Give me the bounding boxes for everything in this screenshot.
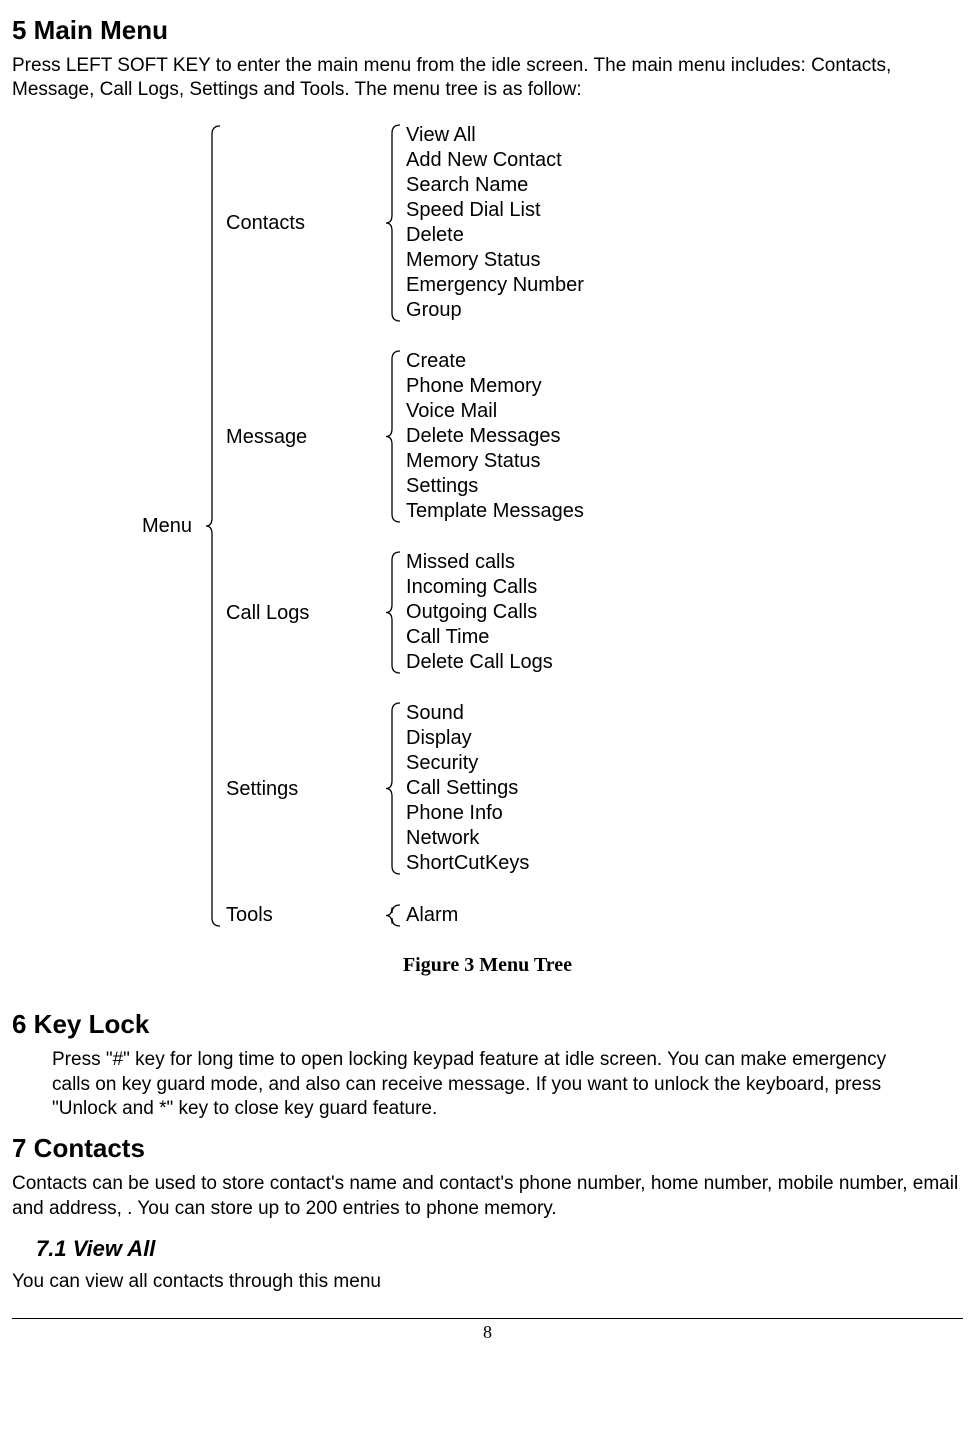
menu-subitem: Memory Status — [406, 449, 584, 474]
brace-icon — [386, 550, 400, 675]
menu-group: Contacts View AllAdd New ContactSearch N… — [226, 123, 584, 323]
menu-group: Call Logs Missed callsIncoming CallsOutg… — [226, 550, 584, 675]
menu-root-label: Menu — [142, 513, 206, 539]
menu-group: Settings SoundDisplaySecurityCall Settin… — [226, 701, 584, 876]
brace-icon — [386, 349, 400, 524]
menu-subitems: View AllAdd New ContactSearch NameSpeed … — [406, 123, 584, 323]
menu-subitem: Phone Memory — [406, 374, 584, 399]
menu-subitem: Delete Call Logs — [406, 650, 553, 675]
heading-view-all: 7.1 View All — [36, 1235, 963, 1264]
menu-group-label: Tools — [226, 902, 386, 928]
brace-icon — [386, 701, 400, 876]
menu-subitem: Speed Dial List — [406, 198, 584, 223]
menu-subitem: Alarm — [406, 903, 458, 928]
brace-icon — [386, 903, 400, 928]
paragraph-contacts: Contacts can be used to store contact's … — [12, 1172, 963, 1221]
menu-subitem: Outgoing Calls — [406, 600, 553, 625]
menu-subitem: Display — [406, 726, 529, 751]
menu-subitem: Incoming Calls — [406, 575, 553, 600]
menu-group-label: Message — [226, 424, 386, 450]
page-number: 8 — [12, 1319, 963, 1344]
menu-subitem: View All — [406, 123, 584, 148]
menu-group: Tools Alarm — [226, 902, 584, 928]
menu-tree: Menu Contacts View AllAdd New ContactSea… — [142, 123, 963, 928]
menu-subitem: Create — [406, 349, 584, 374]
brace-icon — [386, 123, 400, 323]
heading-contacts: 7 Contacts — [12, 1132, 963, 1166]
heading-main-menu: 5 Main Menu — [12, 14, 963, 48]
menu-subitem: Call Time — [406, 625, 553, 650]
menu-subitem: Phone Info — [406, 801, 529, 826]
menu-subitems: SoundDisplaySecurityCall SettingsPhone I… — [406, 701, 529, 876]
menu-subitem: Network — [406, 826, 529, 851]
paragraph-view-all: You can view all contacts through this m… — [12, 1270, 963, 1295]
menu-group-label: Settings — [226, 776, 386, 802]
menu-group-label: Contacts — [226, 210, 386, 236]
menu-subitem: Missed calls — [406, 550, 553, 575]
paragraph-main-menu: Press LEFT SOFT KEY to enter the main me… — [12, 54, 963, 103]
menu-subitem: Add New Contact — [406, 148, 584, 173]
menu-subitem: Template Messages — [406, 499, 584, 524]
menu-subitem: Delete Messages — [406, 424, 584, 449]
menu-subitem: Memory Status — [406, 248, 584, 273]
heading-key-lock: 6 Key Lock — [12, 1008, 963, 1042]
menu-subitem: Settings — [406, 474, 584, 499]
menu-subitems: Missed callsIncoming CallsOutgoing Calls… — [406, 550, 553, 675]
menu-subitem: Security — [406, 751, 529, 776]
menu-group: Message CreatePhone MemoryVoice MailDele… — [226, 349, 584, 524]
paragraph-key-lock: Press "#" key for long time to open lock… — [52, 1048, 923, 1122]
menu-subitem: Search Name — [406, 173, 584, 198]
menu-subitem: Delete — [406, 223, 584, 248]
menu-subitem: Group — [406, 298, 584, 323]
menu-subitems: CreatePhone MemoryVoice MailDelete Messa… — [406, 349, 584, 524]
menu-group-label: Call Logs — [226, 600, 386, 626]
menu-subitem: ShortCutKeys — [406, 851, 529, 876]
menu-subitem: Call Settings — [406, 776, 529, 801]
menu-subitems: Alarm — [406, 903, 458, 928]
brace-icon — [206, 124, 220, 928]
menu-subitem: Sound — [406, 701, 529, 726]
menu-subitem: Emergency Number — [406, 273, 584, 298]
figure-caption: Figure 3 Menu Tree — [12, 952, 963, 978]
menu-subitem: Voice Mail — [406, 399, 584, 424]
